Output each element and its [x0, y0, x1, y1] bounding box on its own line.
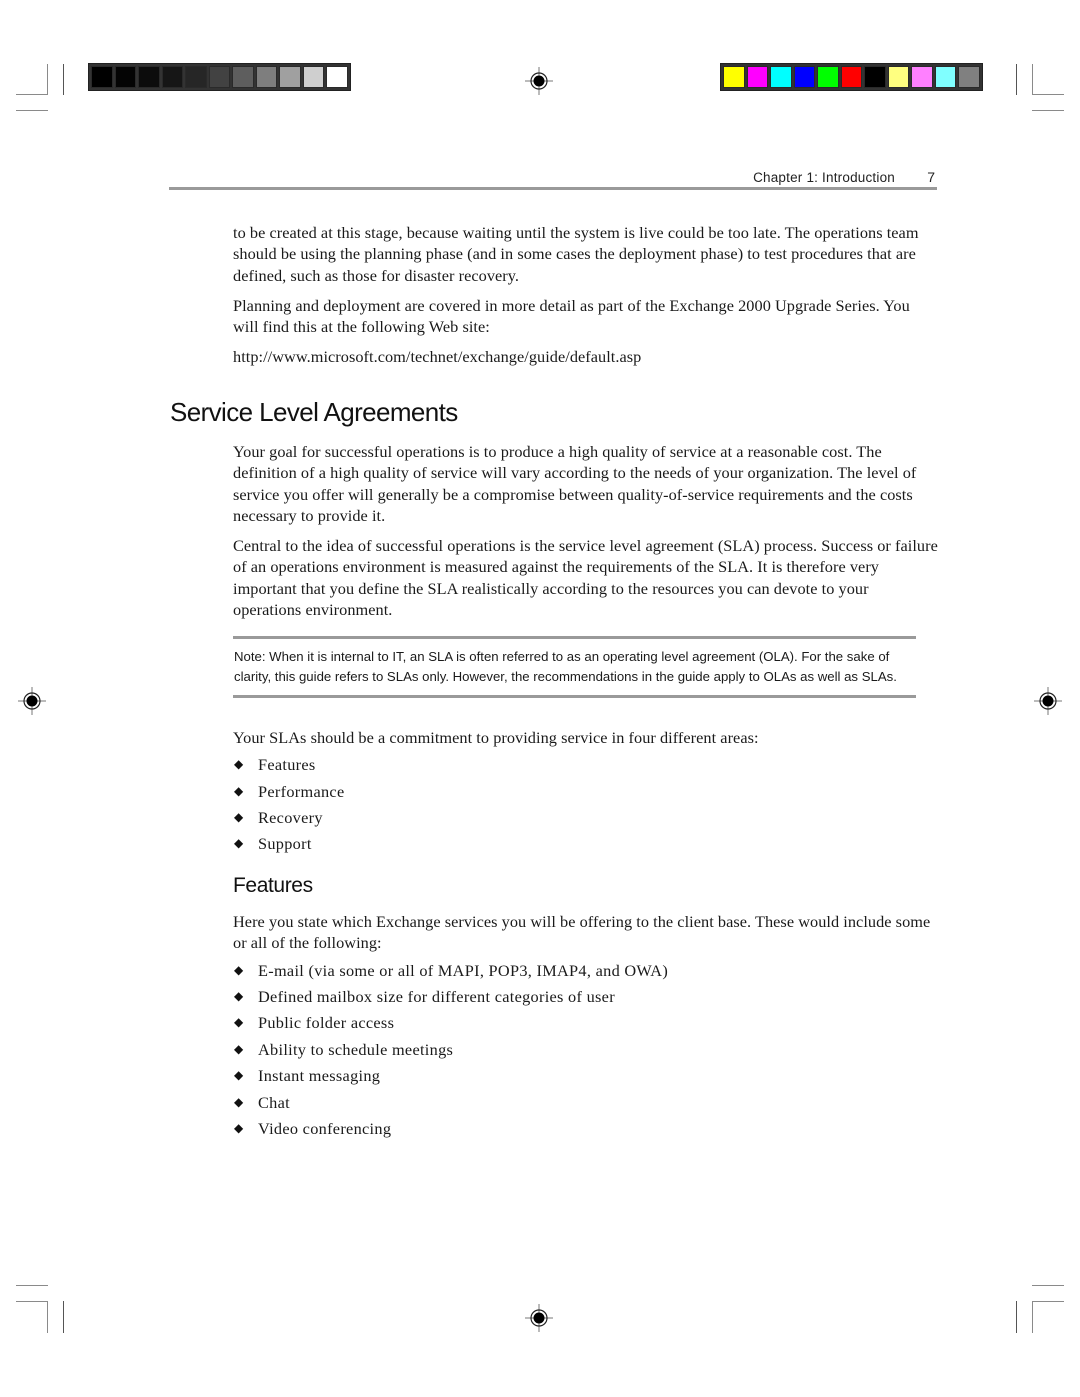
- list-item: ◆ Features: [234, 755, 316, 775]
- grayscale-swatch: [232, 66, 254, 88]
- diamond-bullet-icon: ◆: [234, 810, 244, 825]
- subsection-heading: Features: [233, 874, 313, 897]
- note-box: Note: When it is internal to IT, an SLA …: [233, 636, 916, 698]
- diamond-bullet-icon: ◆: [234, 1015, 244, 1030]
- paragraph: to be created at this stage, because wai…: [233, 223, 919, 285]
- paragraph: Here you state which Exchange services y…: [233, 912, 931, 953]
- diamond-bullet-icon: ◆: [234, 1068, 244, 1083]
- diamond-bullet-icon: ◆: [234, 783, 244, 798]
- paragraph: Central to the idea of successful operat…: [233, 536, 938, 620]
- diamond-bullet-icon: ◆: [234, 1120, 244, 1135]
- header-rule: [169, 187, 937, 190]
- color-swatch: [934, 66, 956, 88]
- intro-block: to be created at this stage, because wai…: [233, 222, 938, 377]
- list-item: ◆ Defined mailbox size for different cate…: [234, 986, 615, 1006]
- diamond-bullet-icon: ◆: [234, 962, 244, 977]
- list-item: ◆ Instant messaging: [234, 1066, 381, 1086]
- grayscale-swatch: [114, 66, 136, 88]
- color-swatch: [770, 66, 792, 88]
- grayscale-swatch: [279, 66, 301, 88]
- color-swatch: [911, 66, 933, 88]
- grayscale-swatch: [91, 66, 113, 88]
- diamond-bullet-icon: ◆: [234, 836, 244, 851]
- section-heading: Service Level Agreements: [170, 397, 458, 427]
- grayscale-swatch: [161, 66, 183, 88]
- color-swatch: [817, 66, 839, 88]
- list-item: ◆ Ability to schedule meetings: [234, 1039, 454, 1059]
- list-item: ◆ Public folder access: [234, 1013, 395, 1033]
- color-swatch: [887, 66, 909, 88]
- diamond-bullet-icon: ◆: [234, 988, 244, 1003]
- list-item: ◆ Recovery: [234, 808, 323, 828]
- list-item: ◆ Support: [234, 834, 312, 854]
- list-item: ◆ Chat: [234, 1092, 290, 1112]
- page-number: 7: [927, 169, 935, 185]
- grayscale-swatch: [302, 66, 324, 88]
- list-item: ◆ Performance: [234, 781, 345, 801]
- color-swatch: [958, 66, 980, 88]
- registration-mark-top-icon: [525, 67, 553, 95]
- web-url: http://www.microsoft.com/technet/exchang…: [233, 347, 642, 367]
- registration-mark-right-icon: [1034, 687, 1062, 715]
- color-swatch: [793, 66, 815, 88]
- list-item: ◆ Video conferencing: [234, 1118, 392, 1138]
- paragraph: Your SLAs should be a commitment to prov…: [233, 728, 759, 747]
- features-list: ◆ E-mail (via some or all of MAPI, POP3, …: [233, 960, 938, 1145]
- areas-list: ◆ Features ◆ Performance ◆ Recovery ◆ Suppor…: [233, 754, 938, 860]
- grayscale-swatch: [208, 66, 230, 88]
- list-item: ◆ E-mail (via some or all of MAPI, POP3, …: [234, 960, 669, 980]
- color-swatch: [864, 66, 886, 88]
- registration-mark-bottom-icon: [525, 1304, 553, 1332]
- paragraph: Planning and deployment are covered in m…: [233, 295, 910, 337]
- diamond-bullet-icon: ◆: [234, 1041, 244, 1056]
- diamond-bullet-icon: ◆: [234, 757, 244, 772]
- grayscale-swatch: [326, 66, 348, 88]
- registration-mark-left-icon: [18, 687, 46, 715]
- color-swatch: [840, 66, 862, 88]
- paragraph: Your goal for successful operations is t…: [233, 442, 917, 525]
- features-block: Here you state which Exchange services y…: [233, 911, 938, 1144]
- grayscale-swatch: [138, 66, 160, 88]
- chapter-title: Chapter 1: Introduction: [753, 170, 895, 185]
- color-swatch: [723, 66, 745, 88]
- diamond-bullet-icon: ◆: [234, 1094, 244, 1109]
- sla-body: Your goal for successful operations is t…: [233, 441, 938, 629]
- grayscale-calibration-bar: [88, 63, 351, 91]
- grayscale-swatch: [255, 66, 277, 88]
- note-bottom-rule: [233, 695, 916, 698]
- color-calibration-bar: [720, 63, 983, 91]
- grayscale-swatch: [185, 66, 207, 88]
- note-text: Note: When it is internal to IT, an SLA …: [234, 649, 897, 684]
- color-swatch: [746, 66, 768, 88]
- areas-block: Your SLAs should be a commitment to prov…: [233, 727, 938, 860]
